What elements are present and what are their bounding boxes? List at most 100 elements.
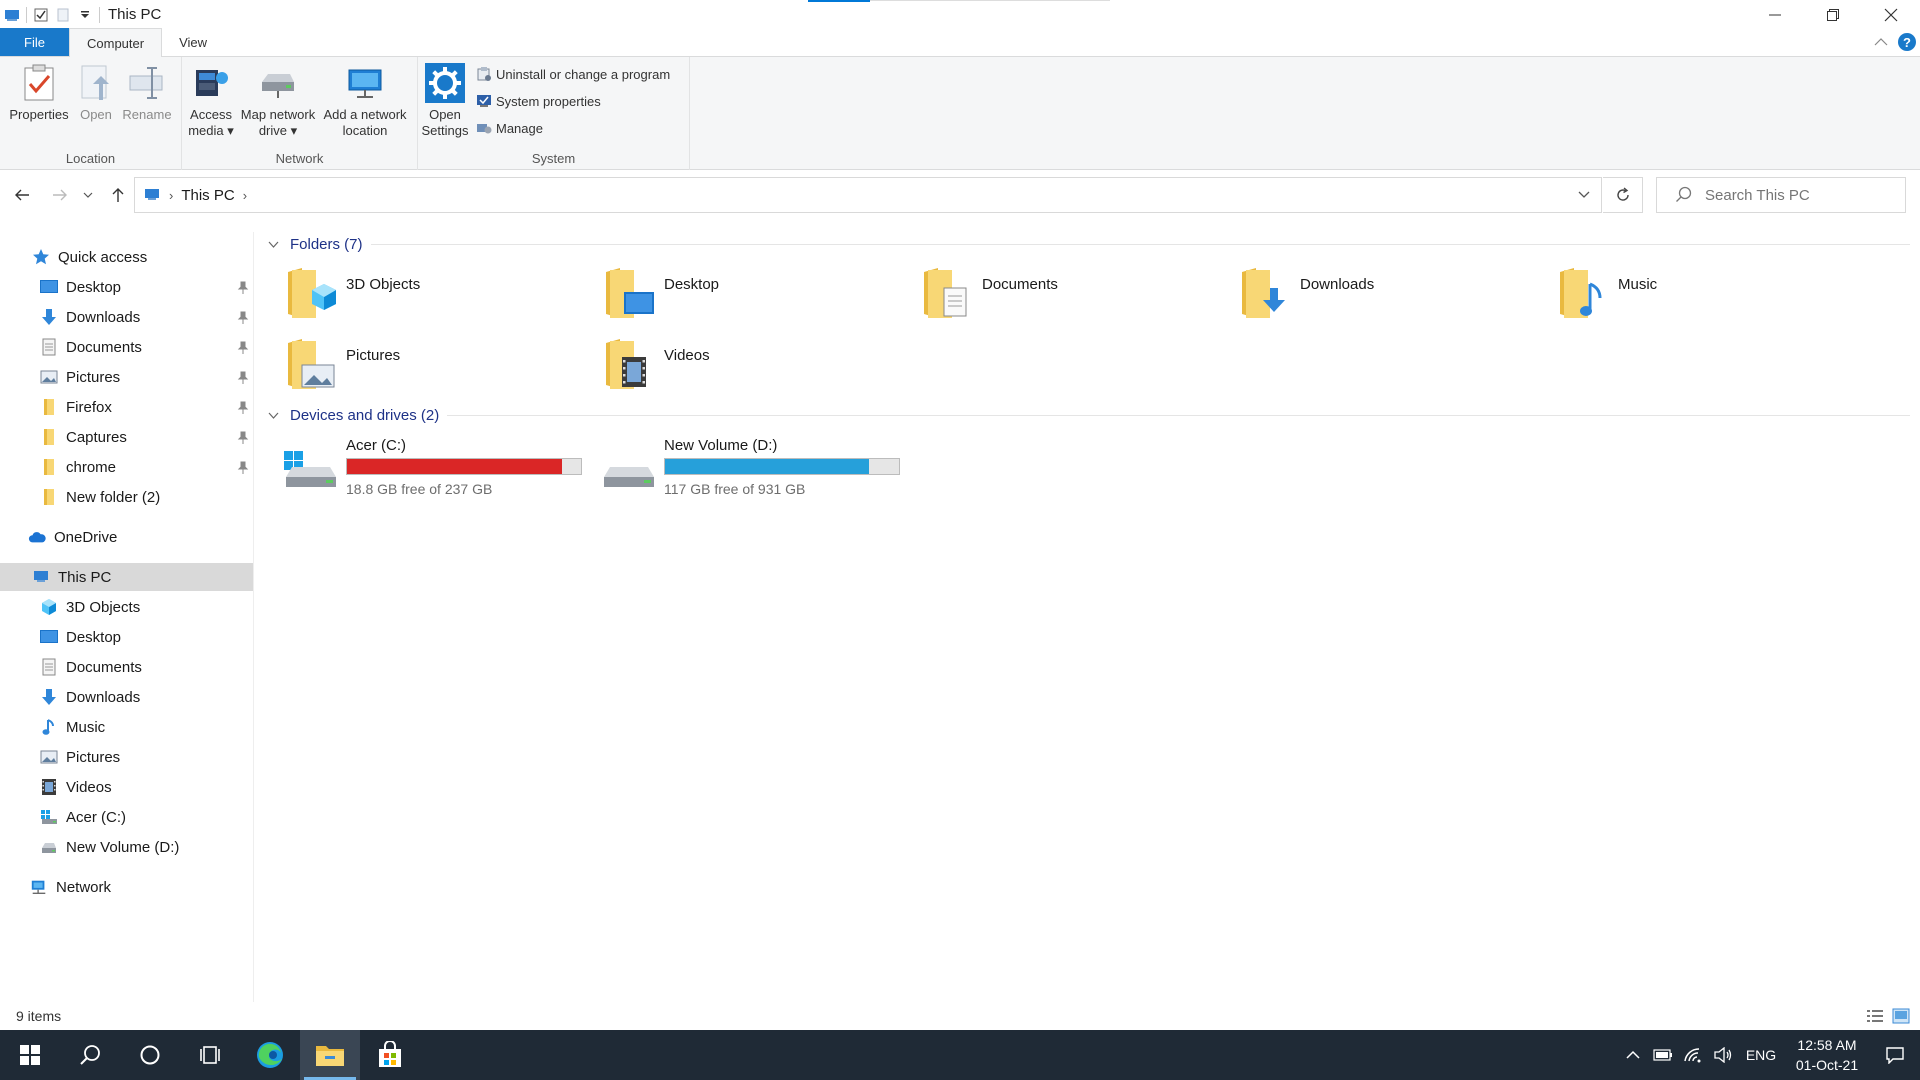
pin-icon[interactable] — [237, 371, 249, 385]
folder-tile-documents[interactable]: Documents — [918, 266, 1058, 322]
restore-icon — [1827, 8, 1839, 21]
pin-icon[interactable] — [237, 431, 249, 445]
manage-button[interactable]: Manage — [476, 120, 543, 136]
recent-locations-button[interactable] — [80, 183, 96, 207]
collapse-ribbon-icon[interactable] — [1874, 37, 1888, 47]
folder-tile-downloads[interactable]: Downloads — [1236, 266, 1374, 322]
properties-button[interactable]: Properties — [8, 63, 70, 123]
drive-tile-new-volume-d[interactable]: New Volume (D:) 117 GB free of 931 GB — [600, 437, 900, 497]
pin-icon[interactable] — [237, 311, 249, 325]
action-center-button[interactable] — [1870, 1046, 1920, 1064]
windows-drive-icon — [284, 451, 336, 487]
sidebar-item-pc-pictures[interactable]: Pictures — [0, 743, 253, 771]
tab-computer[interactable]: Computer — [69, 28, 163, 57]
pin-icon[interactable] — [237, 341, 249, 355]
back-button[interactable] — [10, 183, 34, 207]
sidebar-item-network[interactable]: Network — [0, 873, 253, 901]
clock[interactable]: 12:58 AM 01-Oct-21 — [1784, 1035, 1870, 1075]
minimize-button[interactable] — [1746, 0, 1804, 29]
up-button[interactable] — [106, 183, 130, 207]
sidebar-item-desktop[interactable]: Desktop — [0, 273, 253, 301]
access-media-button[interactable]: Access media ▾ — [186, 63, 236, 139]
open-settings-button[interactable]: Open Settings — [422, 63, 469, 139]
large-icons-view-icon[interactable] — [1892, 1008, 1910, 1024]
properties-quick-icon[interactable] — [33, 7, 49, 23]
sidebar-item-downloads[interactable]: Downloads — [0, 303, 253, 331]
search-taskbar-button[interactable] — [60, 1030, 120, 1080]
sidebar-item-music[interactable]: Music — [0, 713, 253, 741]
wifi-button[interactable] — [1678, 1047, 1708, 1063]
sidebar-item-this-pc[interactable]: This PC — [0, 563, 253, 591]
devices-section-header[interactable]: Devices and drives (2) — [262, 407, 1910, 424]
help-icon[interactable]: ? — [1898, 33, 1916, 51]
uninstall-program-button[interactable]: Uninstall or change a program — [476, 66, 670, 82]
customize-toolbar-dropdown-icon[interactable] — [77, 7, 93, 23]
sidebar-item-videos[interactable]: Videos — [0, 773, 253, 801]
folder-tile-music[interactable]: Music — [1554, 266, 1657, 322]
sidebar-item-pc-documents[interactable]: Documents — [0, 653, 253, 681]
show-hidden-icons-button[interactable] — [1618, 1050, 1648, 1060]
drive-usage-fill — [347, 459, 563, 474]
details-view-icon[interactable] — [1866, 1008, 1884, 1024]
open-button[interactable]: Open — [76, 63, 116, 123]
folder-tile-videos[interactable]: Videos — [600, 337, 710, 393]
tab-view[interactable]: View — [162, 28, 224, 56]
breadcrumb-separator[interactable]: › — [169, 188, 173, 203]
forward-button[interactable] — [48, 183, 72, 207]
sidebar-item-pc-desktop[interactable]: Desktop — [0, 623, 253, 651]
refresh-button[interactable] — [1603, 177, 1643, 213]
sidebar-item-pc-downloads[interactable]: Downloads — [0, 683, 253, 711]
pin-icon[interactable] — [237, 401, 249, 415]
sidebar-item-3d-objects[interactable]: 3D Objects — [0, 593, 253, 621]
sidebar-item-pictures[interactable]: Pictures — [0, 363, 253, 391]
close-button[interactable] — [1862, 0, 1920, 29]
new-folder-quick-icon[interactable] — [55, 7, 71, 23]
folder-pictures-icon — [288, 339, 335, 389]
restore-button[interactable] — [1804, 0, 1862, 29]
chevron-down-icon — [268, 410, 284, 422]
this-pc-app-icon[interactable] — [4, 7, 20, 23]
folder-tile-desktop[interactable]: Desktop — [600, 266, 719, 322]
pin-icon[interactable] — [237, 281, 249, 295]
pin-icon[interactable] — [237, 461, 249, 475]
start-button[interactable] — [0, 1030, 60, 1080]
volume-button[interactable] — [1708, 1047, 1738, 1063]
sidebar-item-acer-c[interactable]: Acer (C:) — [0, 803, 253, 831]
address-history-dropdown[interactable] — [1567, 178, 1601, 212]
rename-button[interactable]: Rename — [120, 63, 174, 123]
edge-taskbar-button[interactable] — [240, 1030, 300, 1080]
sidebar-item-documents[interactable]: Documents — [0, 333, 253, 361]
store-taskbar-button[interactable] — [360, 1030, 420, 1080]
sidebar-item-onedrive[interactable]: OneDrive — [0, 523, 253, 551]
address-bar[interactable]: › This PC › — [134, 177, 1602, 213]
folder-tile-pictures[interactable]: Pictures — [282, 337, 400, 393]
uninstall-program-icon — [477, 67, 491, 81]
search-box[interactable] — [1656, 177, 1906, 213]
sidebar-item-captures[interactable]: Captures — [0, 423, 253, 451]
breadcrumb-this-pc[interactable]: This PC — [181, 187, 234, 204]
tab-file[interactable]: File — [0, 28, 69, 56]
system-properties-button[interactable]: System properties — [476, 93, 601, 109]
drive-tile-acer-c[interactable]: Acer (C:) 18.8 GB free of 237 GB — [282, 437, 582, 497]
desktop-icon — [40, 628, 58, 646]
folder-videos-icon — [606, 339, 646, 389]
folders-section-header[interactable]: Folders (7) — [262, 236, 1910, 253]
search-input[interactable] — [1705, 186, 1895, 204]
file-explorer-taskbar-button[interactable] — [300, 1030, 360, 1080]
pictures-icon — [40, 368, 58, 386]
breadcrumb-separator[interactable]: › — [243, 188, 247, 203]
cortana-button[interactable] — [120, 1030, 180, 1080]
sidebar-item-firefox[interactable]: Firefox — [0, 393, 253, 421]
sidebar-item-chrome[interactable]: chrome — [0, 453, 253, 481]
content-pane: Folders (7) 3D Objects Desktop Documents… — [262, 232, 1912, 1002]
sidebar-item-new-volume-d[interactable]: New Volume (D:) — [0, 833, 253, 861]
add-network-location-button[interactable]: Add a network location — [320, 63, 410, 139]
sidebar-item-new-folder-2[interactable]: New folder (2) — [0, 483, 253, 511]
map-network-drive-button[interactable]: Map network drive ▾ — [238, 63, 318, 139]
sidebar-item-quick-access[interactable]: Quick access — [0, 243, 253, 271]
folder-music-icon — [1560, 268, 1602, 318]
input-language[interactable]: ENG — [1738, 1047, 1784, 1063]
task-view-button[interactable] — [180, 1030, 240, 1080]
battery-button[interactable] — [1648, 1049, 1678, 1061]
folder-tile-3d-objects[interactable]: 3D Objects — [282, 266, 420, 322]
